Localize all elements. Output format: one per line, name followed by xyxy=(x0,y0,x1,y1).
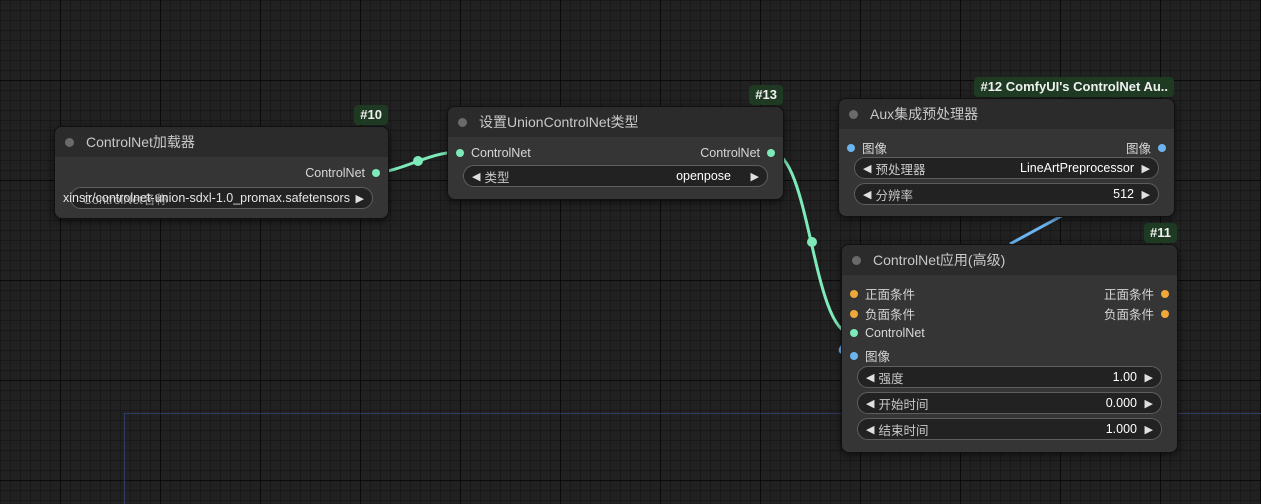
input-port-image[interactable] xyxy=(847,143,855,152)
node-aux-preprocessor[interactable]: #12 ComfyUI's ControlNet Au.. Aux集成预处理器 … xyxy=(838,77,1175,217)
input-port-image[interactable] xyxy=(850,351,858,360)
input-port-controlnet[interactable] xyxy=(850,329,858,337)
collapse-dot-icon[interactable] xyxy=(65,137,74,147)
combo-next-arrow-icon[interactable]: ▶ xyxy=(356,192,364,205)
node-id-badge: #10 xyxy=(354,105,388,125)
widget-value: 1.00 xyxy=(1112,370,1137,384)
input-label: 负面条件 xyxy=(865,308,916,322)
increment-arrow-icon[interactable]: ▶ xyxy=(1145,423,1153,436)
widget-value: 1.000 xyxy=(1105,422,1137,436)
input-port-negative[interactable] xyxy=(850,309,858,318)
node-title-bar[interactable]: Aux集成预处理器 xyxy=(839,99,1174,129)
input-label: ControlNet xyxy=(865,326,925,340)
increment-arrow-icon[interactable]: ▶ xyxy=(1145,397,1153,410)
widget-label: 类型 xyxy=(484,170,510,185)
end-percent-number[interactable]: ◀ 结束时间 1.000 ▶ xyxy=(857,418,1162,440)
input-label: 图像 xyxy=(865,350,891,364)
input-label: ControlNet xyxy=(471,146,531,160)
io-row: 正面条件 正面条件 xyxy=(842,281,1177,302)
output-port-positive[interactable] xyxy=(1161,289,1169,298)
combo-prev-arrow-icon[interactable]: ◀ xyxy=(863,162,871,175)
widget-label: 结束时间 xyxy=(878,423,929,438)
node-title: ControlNet应用(高级) xyxy=(873,252,1006,268)
collapse-dot-icon[interactable] xyxy=(852,255,861,265)
io-row: ControlNet xyxy=(842,323,1177,343)
combo-prev-arrow-icon[interactable]: ◀ xyxy=(472,170,480,183)
node-title: Aux集成预处理器 xyxy=(870,106,979,122)
node-controlnet-apply-advanced[interactable]: #11 ControlNet应用(高级) 正面条件 正面条件 负面条件 负面条件… xyxy=(841,223,1178,453)
preprocessor-combo[interactable]: ◀ 预处理器 LineArtPreprocessor ▶ xyxy=(854,157,1159,179)
node-title-bar[interactable]: ControlNet加载器 xyxy=(55,127,388,157)
output-port-controlnet[interactable] xyxy=(767,149,775,157)
start-percent-number[interactable]: ◀ 开始时间 0.000 ▶ xyxy=(857,392,1162,414)
node-title: 设置UnionControlNet类型 xyxy=(479,114,639,130)
node-id-badge: #11 xyxy=(1144,223,1177,243)
node-id-badge: #13 xyxy=(749,85,783,105)
node-title-bar[interactable]: 设置UnionControlNet类型 xyxy=(448,107,783,137)
output-label: 图像 xyxy=(1125,142,1151,156)
widget-value: openpose xyxy=(676,169,731,183)
decrement-arrow-icon[interactable]: ◀ xyxy=(863,188,871,201)
output-label: 负面条件 xyxy=(1103,308,1154,322)
node-title: ControlNet加载器 xyxy=(86,134,195,150)
input-port-positive[interactable] xyxy=(850,289,858,298)
output-label: ControlNet xyxy=(305,166,365,180)
output-label: ControlNet xyxy=(700,146,760,160)
link-union-to-apply-midpoint[interactable] xyxy=(807,237,817,247)
input-label: 图像 xyxy=(862,142,888,156)
widget-value: 512 xyxy=(1113,187,1134,201)
widget-label: 开始时间 xyxy=(878,397,929,412)
output-port-negative[interactable] xyxy=(1161,309,1169,318)
io-row: ControlNet ControlNet xyxy=(448,143,783,163)
output-port-controlnet[interactable] xyxy=(372,169,380,177)
decrement-arrow-icon[interactable]: ◀ xyxy=(866,397,874,410)
increment-arrow-icon[interactable]: ▶ xyxy=(1142,188,1150,201)
link-loader-to-union-midpoint[interactable] xyxy=(413,156,423,166)
output-row: ControlNet xyxy=(55,163,388,183)
controlnet-name-combo[interactable]: ControlNet名称 xinsir/controlnet-union-sdx… xyxy=(63,187,373,209)
io-row: 图像 xyxy=(842,343,1177,364)
collapse-dot-icon[interactable] xyxy=(849,109,858,119)
io-row: 图像 图像 xyxy=(839,135,1174,156)
node-title-bar[interactable]: ControlNet应用(高级) xyxy=(842,245,1177,275)
node-id-badge: #12 ComfyUI's ControlNet Au.. xyxy=(974,77,1174,97)
decrement-arrow-icon[interactable]: ◀ xyxy=(866,371,874,384)
widget-value: 0.000 xyxy=(1105,396,1137,410)
widget-label: 强度 xyxy=(878,371,904,386)
output-port-image[interactable] xyxy=(1158,143,1166,152)
widget-value: xinsir/controlnet-union-sdxl-1.0_promax.… xyxy=(63,191,350,205)
node-set-union-type[interactable]: #13 设置UnionControlNet类型 ControlNet Contr… xyxy=(447,85,784,200)
node-controlnet-loader[interactable]: #10 ControlNet加载器 ControlNet ControlNet名… xyxy=(54,105,389,219)
widget-label: 分辨率 xyxy=(875,188,913,203)
increment-arrow-icon[interactable]: ▶ xyxy=(1145,371,1153,384)
resolution-number[interactable]: ◀ 分辨率 512 ▶ xyxy=(854,183,1159,205)
widget-label: 预处理器 xyxy=(875,162,926,177)
type-combo[interactable]: ◀ 类型 openpose ▶ xyxy=(463,165,768,187)
strength-number[interactable]: ◀ 强度 1.00 ▶ xyxy=(857,366,1162,388)
combo-next-arrow-icon[interactable]: ▶ xyxy=(1142,162,1150,175)
collapse-dot-icon[interactable] xyxy=(458,117,467,127)
decrement-arrow-icon[interactable]: ◀ xyxy=(866,423,874,436)
widget-value: LineArtPreprocessor xyxy=(1020,161,1134,175)
io-row: 负面条件 负面条件 xyxy=(842,301,1177,322)
combo-next-arrow-icon[interactable]: ▶ xyxy=(751,170,759,183)
input-port-controlnet[interactable] xyxy=(456,149,464,157)
